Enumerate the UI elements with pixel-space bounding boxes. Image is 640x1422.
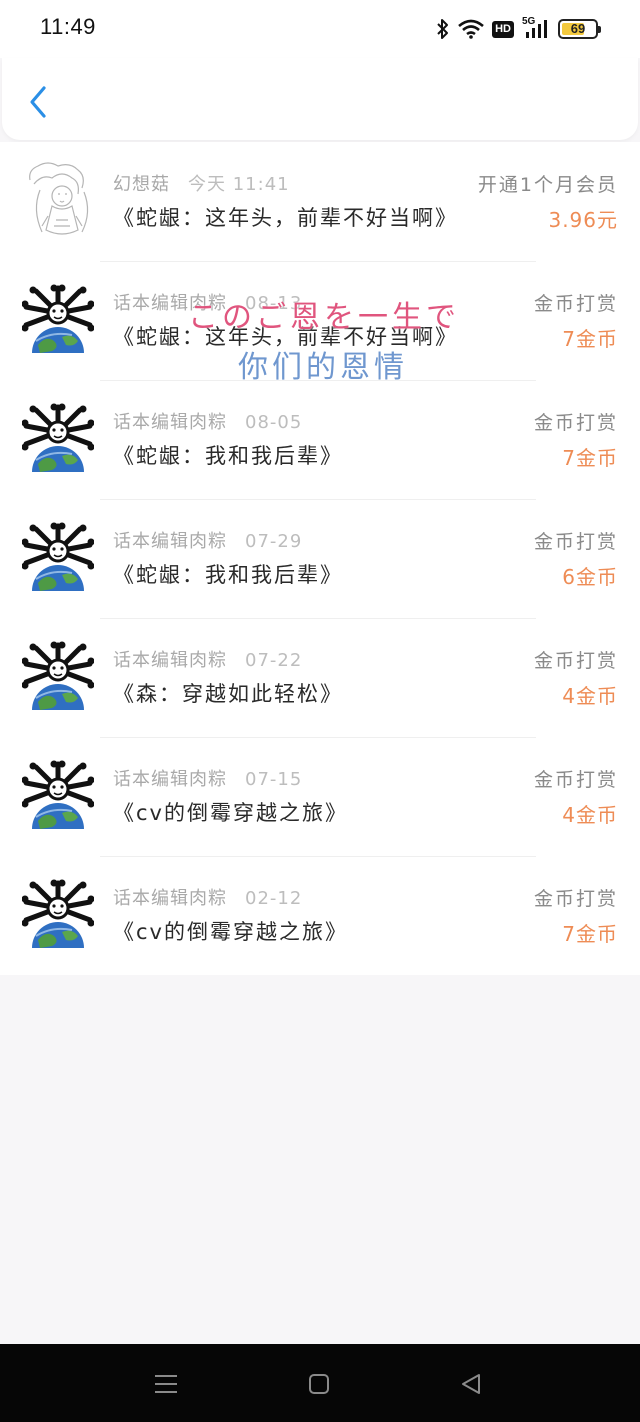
hd-badge: HD: [492, 20, 514, 38]
status-time: 11:49: [40, 14, 96, 39]
record-date: 07-15: [245, 769, 303, 790]
globe-avatar-icon: [22, 879, 94, 948]
overlay-text-japanese: このご恩を一生で: [188, 300, 460, 335]
globe-avatar-icon: [22, 284, 94, 353]
record-amount: 3.96元: [548, 208, 618, 232]
sender-name: 话本编辑肉粽: [113, 412, 227, 433]
sender-name: 幻想菇: [113, 174, 170, 195]
globe-avatar-icon: [22, 522, 94, 591]
back-button[interactable]: [20, 82, 56, 122]
record-type: 金币打赏: [533, 650, 618, 672]
sender-name: 话本编辑肉粽: [113, 769, 227, 790]
signal-icon: 5G: [522, 16, 550, 40]
record-title: 《cv的倒霉穿越之旅》: [113, 801, 348, 825]
menu-button[interactable]: [152, 1370, 180, 1398]
record-type: 金币打赏: [533, 412, 618, 434]
home-button[interactable]: [305, 1370, 333, 1398]
avatar[interactable]: [22, 759, 94, 831]
back-triangle-icon: [462, 1374, 480, 1394]
record-amount: 7金币: [562, 922, 618, 946]
record-sender: 话本编辑肉粽 02-12: [113, 884, 302, 910]
nav-back-button[interactable]: [457, 1370, 485, 1398]
record-amount: 4金币: [562, 684, 618, 708]
globe-avatar-icon: [22, 641, 94, 710]
record-amount: 4金币: [562, 803, 618, 827]
record-title: 《森：穿越如此轻松》: [113, 682, 343, 706]
status-bar: 11:49 HD 5G 69: [0, 0, 640, 58]
record-date: 02-12: [245, 888, 303, 909]
battery-level: 69: [570, 21, 586, 36]
record-title: 《蛇龈：我和我后辈》: [113, 444, 343, 468]
record-title: 《cv的倒霉穿越之旅》: [113, 920, 348, 944]
record-sender: 话本编辑肉粽 07-22: [113, 646, 302, 672]
sender-name: 话本编辑肉粽: [113, 531, 227, 552]
record-type: 金币打赏: [533, 531, 618, 553]
record-row[interactable]: 话本编辑肉粽 08-05 《蛇龈：我和我后辈》 金币打赏 7金币: [0, 380, 640, 499]
record-date: 07-22: [245, 650, 303, 671]
record-type: 开通1个月会员: [477, 174, 618, 196]
record-row[interactable]: 话本编辑肉粽 02-12 《cv的倒霉穿越之旅》 金币打赏 7金币: [0, 856, 640, 975]
record-type: 金币打赏: [533, 293, 618, 315]
avatar[interactable]: [22, 162, 94, 236]
record-sender: 话本编辑肉粽 08-05: [113, 408, 302, 434]
record-sender: 话本编辑肉粽 07-15: [113, 765, 302, 791]
network-label: 5G: [522, 16, 536, 27]
record-sender: 幻想菇 今天 11:41: [113, 170, 290, 196]
system-nav-bar: [0, 1344, 640, 1422]
avatar[interactable]: [22, 640, 94, 712]
app-header: [2, 58, 638, 140]
record-row[interactable]: 幻想菇 今天 11:41 《蛇龈：这年头，前辈不好当啊》 开通1个月会员 3.96…: [0, 142, 640, 261]
record-date: 08-05: [245, 412, 303, 433]
status-icons: HD 5G 69: [436, 16, 601, 41]
globe-avatar-icon: [22, 760, 94, 829]
record-row[interactable]: 话本编辑肉粽 07-15 《cv的倒霉穿越之旅》 金币打赏 4金币: [0, 737, 640, 856]
avatar[interactable]: [22, 283, 94, 355]
wifi-icon: [458, 19, 484, 39]
avatar[interactable]: [22, 878, 94, 950]
record-row[interactable]: 话本编辑肉粽 07-22 《森：穿越如此轻松》 金币打赏 4金币: [0, 618, 640, 737]
menu-icon: [155, 1375, 177, 1393]
record-amount: 7金币: [562, 327, 618, 351]
home-square-icon: [309, 1374, 329, 1394]
record-sender: 话本编辑肉粽 07-29: [113, 527, 302, 553]
avatar[interactable]: [22, 402, 94, 474]
record-date: 今天 11:41: [188, 174, 290, 195]
sender-name: 话本编辑肉粽: [113, 888, 227, 909]
chevron-left-icon: [30, 86, 46, 118]
sender-name: 话本编辑肉粽: [113, 650, 227, 671]
record-row[interactable]: 话本编辑肉粽 07-29 《蛇龈：我和我后辈》 金币打赏 6金币: [0, 499, 640, 618]
overlay-text-chinese: 你们的恩情: [238, 350, 408, 385]
reward-record-list: 幻想菇 今天 11:41 《蛇龈：这年头，前辈不好当啊》 开通1个月会员 3.96…: [0, 142, 640, 975]
globe-avatar-icon: [22, 403, 94, 472]
record-amount: 7金币: [562, 446, 618, 470]
record-title: 《蛇龈：这年头，前辈不好当啊》: [113, 206, 458, 230]
battery-indicator: 69: [558, 19, 601, 39]
record-date: 07-29: [245, 531, 303, 552]
record-type: 金币打赏: [533, 888, 618, 910]
avatar[interactable]: [22, 521, 94, 593]
sketch-avatar-icon: [29, 162, 89, 235]
record-type: 金币打赏: [533, 769, 618, 791]
record-amount: 6金币: [562, 565, 618, 589]
bluetooth-icon: [436, 18, 450, 40]
record-title: 《蛇龈：我和我后辈》: [113, 563, 343, 587]
